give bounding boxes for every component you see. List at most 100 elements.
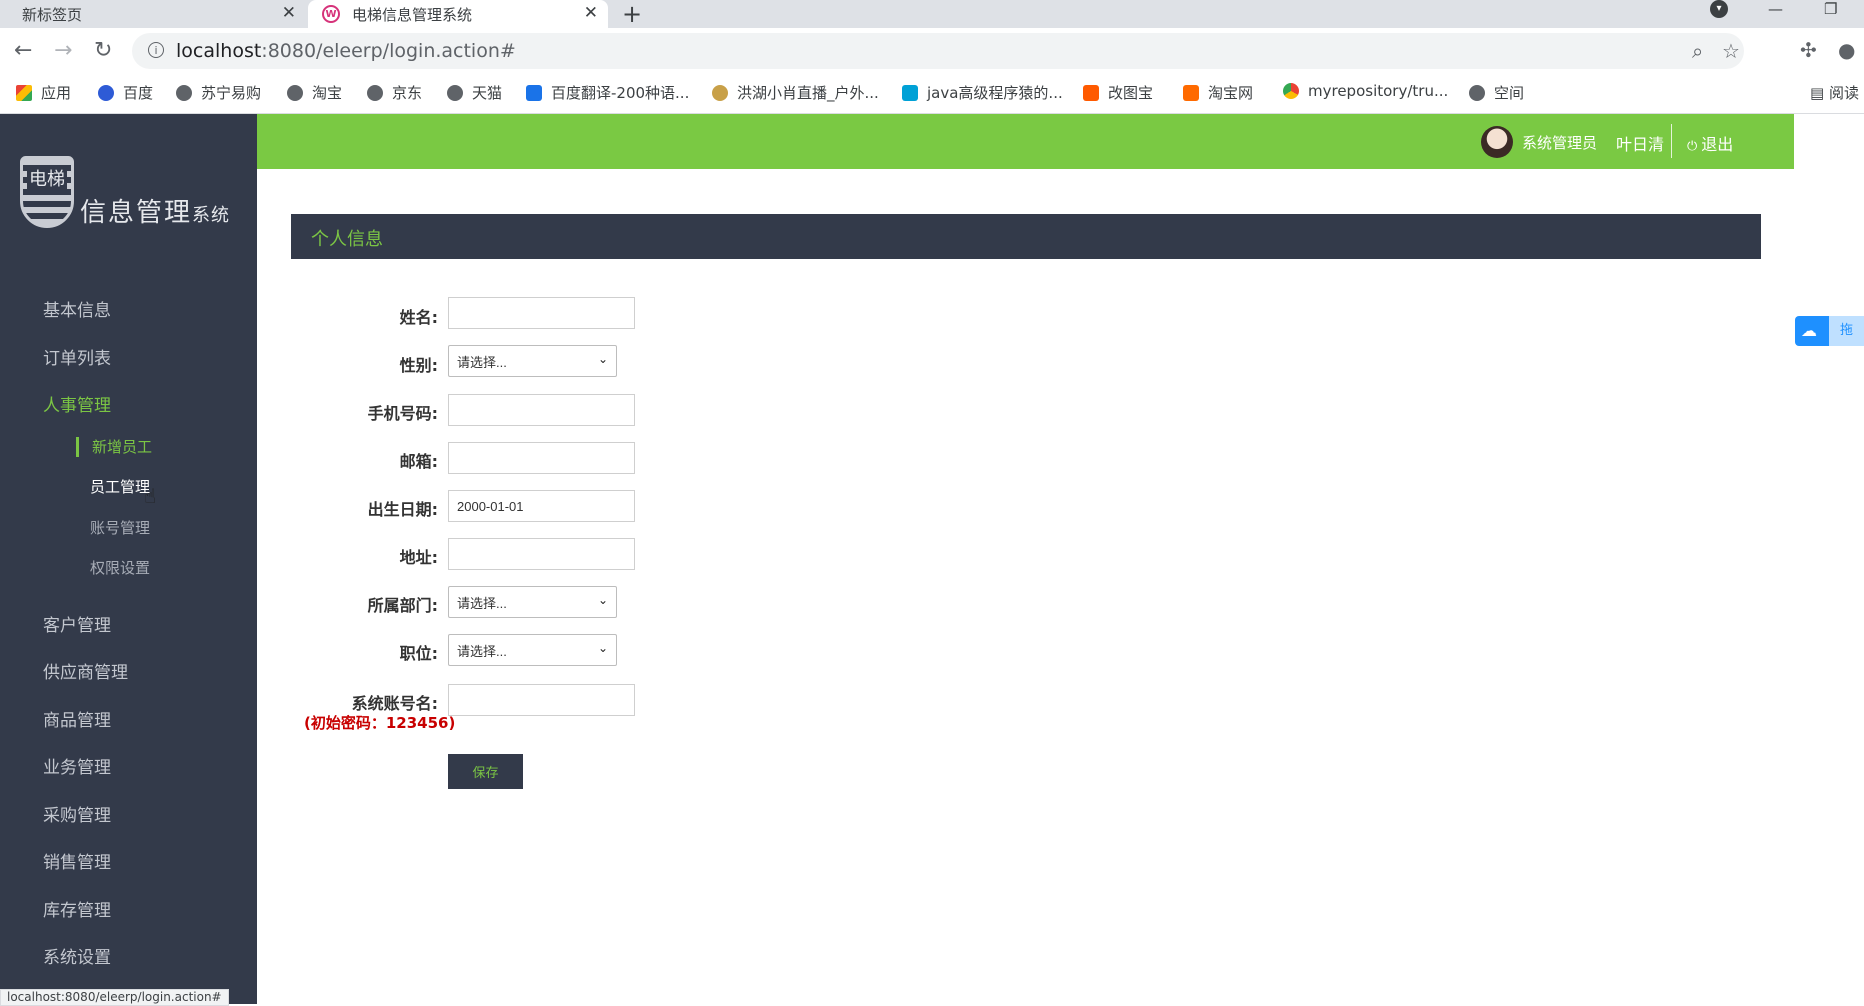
- logo: 电梯 信息管理系统: [18, 156, 248, 236]
- bookmark-label: java高级程序猿的...: [927, 84, 1063, 102]
- department-label: 所属部门:: [367, 596, 438, 615]
- gender-select[interactable]: 请选择... ⌄: [448, 345, 617, 377]
- email-label: 邮箱:: [399, 452, 438, 471]
- birth-date-field[interactable]: [448, 490, 635, 522]
- bookmark-star-icon[interactable]: ☆: [1722, 39, 1740, 63]
- bookmark-label: 京东: [392, 84, 423, 102]
- bookmark-myrepository[interactable]: myrepository/tru...: [1283, 82, 1448, 100]
- position-selected-value: 请选择...: [457, 643, 507, 659]
- bookmark-gaitubao[interactable]: 改图宝: [1083, 82, 1153, 103]
- sidebar-item-inventory[interactable]: 库存管理: [43, 896, 111, 921]
- submenu-item-permission-settings[interactable]: 权限设置: [90, 557, 150, 578]
- chevron-down-icon: ⌄: [597, 641, 608, 655]
- zoom-icon[interactable]: ⌕: [1692, 39, 1703, 63]
- submenu-item-employee-management[interactable]: 员工管理: [90, 476, 150, 497]
- translate-icon: [526, 84, 542, 101]
- bookmark-label: 苏宁易购: [201, 84, 262, 102]
- submenu-item-add-employee[interactable]: 新增员工: [92, 436, 152, 457]
- url-text[interactable]: localhost:8080/eleerp/login.action#: [176, 40, 516, 62]
- site-info-icon[interactable]: i: [148, 42, 164, 58]
- address-field[interactable]: [448, 538, 635, 570]
- bookmark-jd[interactable]: 京东: [367, 82, 422, 103]
- close-icon[interactable]: ✕: [584, 3, 598, 23]
- initial-password-note: (初始密码：123456): [304, 714, 456, 732]
- sidebar-item-order-list[interactable]: 订单列表: [43, 344, 111, 369]
- bookmark-baidu[interactable]: 百度: [98, 82, 153, 103]
- apps-grid-icon: [16, 84, 32, 101]
- bookmark-taobao[interactable]: 淘宝: [287, 82, 342, 103]
- bookmark-label: myrepository/tru...: [1308, 82, 1449, 100]
- bookmark-label: 百度: [123, 84, 154, 102]
- browser-tab-active[interactable]: W 电梯信息管理系统 ✕: [308, 0, 608, 28]
- position-select[interactable]: 请选择... ⌄: [448, 634, 617, 666]
- minimize-icon[interactable]: —: [1768, 0, 1783, 18]
- orange-square-icon: [1083, 84, 1099, 101]
- mouse-pointer-hand-icon: ☝: [144, 484, 157, 508]
- omnibox[interactable]: i localhost:8080/eleerp/login.action# ⌕ …: [132, 33, 1744, 69]
- email-field[interactable]: [448, 442, 635, 474]
- bookmark-taobaowang[interactable]: 淘宝网: [1183, 82, 1253, 103]
- bookmarks-bar: 应用 百度 苏宁易购 淘宝 京东 天猫 百度翻译-200种语... 洪湖小肖直播…: [0, 74, 1864, 114]
- name-field[interactable]: [448, 297, 635, 329]
- position-label: 职位:: [399, 644, 438, 663]
- sidebar-item-supplier[interactable]: 供应商管理: [43, 658, 128, 683]
- reading-list[interactable]: ▤ 阅读: [1810, 82, 1859, 103]
- sidebar-item-system-settings[interactable]: 系统设置: [43, 943, 111, 968]
- birth-date-label: 出生日期:: [367, 500, 438, 519]
- reading-list-icon: ▤: [1810, 84, 1829, 102]
- extensions-puzzle-icon[interactable]: ✣: [1800, 38, 1817, 62]
- panel-header: 个人信息: [291, 214, 1761, 259]
- phone-field[interactable]: [448, 394, 635, 426]
- profile-avatar-icon[interactable]: ●: [1838, 38, 1855, 62]
- baidu-paw-icon: [98, 84, 114, 101]
- forward-arrow-icon[interactable]: →: [54, 38, 72, 63]
- logout-button[interactable]: ⏻ 退出: [1687, 131, 1733, 155]
- sidebar-item-customer[interactable]: 客户管理: [43, 611, 111, 636]
- bookmark-java[interactable]: java高级程序猿的...: [902, 82, 1063, 103]
- department-select[interactable]: 请选择... ⌄: [448, 586, 617, 618]
- globe-icon: [367, 84, 383, 101]
- tv-icon: [902, 84, 918, 101]
- bookmark-tmall[interactable]: 天猫: [447, 82, 502, 103]
- sidebar-item-basic-info[interactable]: 基本信息: [43, 296, 111, 321]
- bookmark-label: 淘宝: [312, 84, 343, 102]
- globe-icon: [287, 84, 303, 101]
- close-icon[interactable]: ✕: [282, 3, 296, 23]
- back-arrow-icon[interactable]: ←: [14, 38, 32, 63]
- floating-cloud-widget[interactable]: ☁ 拖: [1795, 316, 1864, 346]
- sidebar-item-sales[interactable]: 销售管理: [43, 848, 111, 873]
- cloud-icon: ☁: [1801, 321, 1817, 340]
- gender-selected-value: 请选择...: [457, 354, 507, 370]
- new-tab-plus-icon[interactable]: +: [622, 0, 642, 28]
- account-name-label: 系统账号名:: [351, 694, 438, 713]
- logo-title: 信息管理系统: [80, 192, 230, 229]
- reading-list-label: 阅读: [1828, 84, 1859, 102]
- bookmark-label: 百度翻译-200种语...: [551, 84, 690, 102]
- username[interactable]: 叶日清: [1616, 131, 1664, 155]
- bookmark-space[interactable]: 空间: [1469, 82, 1524, 103]
- sidebar-item-purchase[interactable]: 采购管理: [43, 801, 111, 826]
- sidebar-item-business[interactable]: 业务管理: [43, 753, 111, 778]
- sidebar-item-hr[interactable]: 人事管理: [43, 391, 111, 416]
- avatar[interactable]: [1481, 126, 1513, 158]
- save-button[interactable]: 保存: [448, 754, 523, 789]
- floating-widget-label: 拖: [1829, 316, 1864, 346]
- tab-title: 新标签页: [22, 5, 83, 24]
- bookmark-honghu-live[interactable]: 洪湖小肖直播_户外...: [712, 82, 879, 103]
- sidebar-item-product[interactable]: 商品管理: [43, 706, 111, 731]
- browser-tab-newtab[interactable]: 新标签页 ✕: [0, 0, 306, 28]
- submenu-item-account-management[interactable]: 账号管理: [90, 517, 150, 538]
- bookmark-apps[interactable]: 应用: [16, 82, 71, 103]
- bookmark-baidu-translate[interactable]: 百度翻译-200种语...: [526, 82, 689, 103]
- bookmark-suning[interactable]: 苏宁易购: [176, 82, 261, 103]
- globe-icon: [176, 84, 192, 101]
- reload-icon[interactable]: ↻: [94, 38, 112, 63]
- bookmark-label: 空间: [1494, 84, 1525, 102]
- restore-icon[interactable]: ❐: [1824, 0, 1837, 18]
- tab-search-icon[interactable]: ▾: [1710, 0, 1728, 18]
- account-name-field[interactable]: [448, 684, 635, 716]
- taobao-icon: [1183, 84, 1199, 101]
- feather-icon: [712, 84, 728, 101]
- top-header-bar: 系统管理员 叶日清 ⏻ 退出: [257, 114, 1794, 169]
- browser-tabstrip: 新标签页 ✕ W 电梯信息管理系统 ✕ + ▾ — ❐: [0, 0, 1864, 28]
